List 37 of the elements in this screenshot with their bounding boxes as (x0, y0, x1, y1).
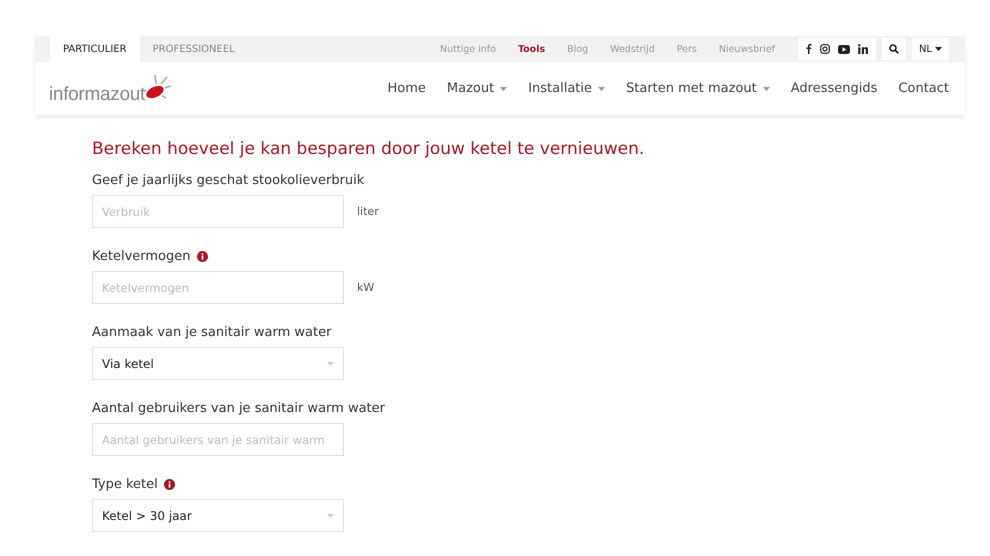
nav-link[interactable]: Adressengids (790, 81, 878, 96)
field-label: Aantal gebruikers van je sanitair warm water (92, 401, 385, 416)
logo[interactable]: informazout (49, 74, 179, 104)
nav-link[interactable]: Installatie (528, 81, 605, 96)
facebook-icon[interactable] (806, 44, 812, 54)
caret-icon (935, 47, 942, 51)
search-icon (888, 44, 899, 54)
field-label: Ketelvermogen (92, 249, 190, 264)
select-field[interactable]: Via ketel (92, 347, 344, 380)
unit-label: kW (357, 281, 374, 294)
field-label: Type ketel (92, 477, 158, 492)
language-button[interactable]: NL (912, 38, 949, 60)
caret-icon (500, 86, 508, 90)
caret-icon (327, 514, 334, 518)
nav-link[interactable]: Starten met mazout (626, 81, 770, 96)
utility-link[interactable]: Tools (506, 44, 556, 54)
page-heading: Bereken hoeveel je kan besparen door jouw ketel te vernieuwen. (92, 139, 646, 159)
nav-link[interactable]: Mazout (446, 81, 508, 96)
caret-icon (327, 362, 334, 366)
field-label: Aanmaak van je sanitair warm water (92, 325, 332, 340)
linkedin-icon[interactable] (858, 44, 868, 54)
nav-link[interactable]: Contact (898, 81, 949, 96)
audience-tab[interactable]: PARTICULIER (50, 36, 140, 62)
unit-label: liter (357, 205, 379, 218)
caret-icon (598, 86, 605, 90)
input-field[interactable]: Ketelvermogen (92, 271, 344, 304)
input-field[interactable]: Aantal gebruikers van je sanitair warm (92, 423, 344, 456)
field-label: Geef je jaarlijks geschat stookolieverbruik (92, 173, 364, 188)
select-field[interactable]: Ketel > 30 jaar (92, 499, 344, 532)
info-icon[interactable] (196, 251, 208, 262)
video-play-icon[interactable] (838, 44, 850, 54)
info-icon[interactable] (164, 479, 175, 490)
input-field[interactable]: Verbruik (92, 195, 344, 228)
search-button[interactable] (882, 38, 906, 60)
nav-link[interactable]: Home (388, 81, 426, 96)
caret-icon (762, 86, 770, 90)
instagram-icon[interactable] (820, 44, 830, 54)
